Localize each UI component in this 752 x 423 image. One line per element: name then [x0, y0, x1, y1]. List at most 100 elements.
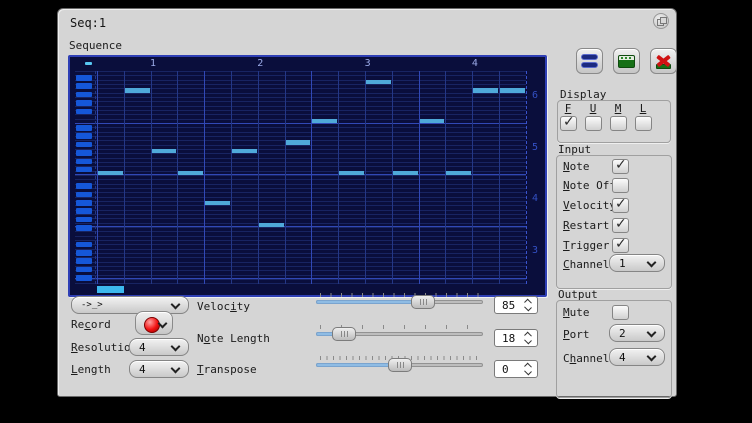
float-window-button[interactable] — [653, 13, 669, 29]
note-bar[interactable] — [446, 171, 471, 175]
grid-row-line — [75, 192, 526, 193]
playback-cursor — [97, 286, 124, 293]
grid-row-line — [75, 227, 526, 228]
length-value: 4 — [139, 361, 146, 378]
input-trigger-checkbox[interactable] — [612, 238, 629, 253]
grid-step-line — [231, 71, 232, 284]
transpose-label: Transpose — [197, 364, 257, 376]
velocity-slider[interactable] — [316, 293, 483, 310]
grid-row-line — [75, 236, 526, 237]
display-f-checkbox[interactable] — [560, 116, 577, 131]
note-bar[interactable] — [366, 80, 391, 84]
piano-key — [76, 267, 92, 273]
output-channel-combo[interactable]: 4 — [609, 348, 665, 366]
velocity-spin-value: 85 — [502, 299, 515, 312]
note-length-label: Note Length — [197, 333, 270, 345]
clone-module-button[interactable] — [576, 48, 603, 74]
resolution-value: 4 — [139, 339, 146, 356]
note-bar[interactable] — [473, 88, 498, 92]
note-bar[interactable] — [259, 223, 284, 227]
grid-row-line — [75, 166, 526, 167]
piano-key — [76, 225, 92, 231]
grid-step-line — [392, 71, 393, 284]
input-velocity-checkbox[interactable] — [612, 198, 629, 213]
grid-row-line — [75, 114, 526, 115]
note-bar[interactable] — [98, 171, 123, 175]
note-bar[interactable] — [339, 171, 364, 175]
module-editor-button[interactable] — [613, 48, 640, 74]
display-l-checkbox[interactable] — [635, 116, 652, 131]
direction-value: ->_> — [81, 297, 103, 314]
note-bar[interactable] — [205, 201, 230, 205]
note-bar[interactable] — [500, 88, 525, 92]
display-u-checkbox[interactable] — [585, 116, 602, 131]
length-combo[interactable]: 4 — [129, 360, 189, 378]
display-m-checkbox[interactable] — [610, 116, 627, 131]
grid-row-line — [75, 244, 526, 245]
grid-step-line — [124, 71, 125, 284]
spin-down-icon[interactable] — [524, 368, 532, 376]
note-bar[interactable] — [312, 119, 337, 123]
window-title: Seq:1 — [70, 16, 106, 30]
record-button[interactable] — [135, 311, 173, 335]
input-note-checkbox[interactable] — [612, 159, 629, 174]
grid-row-line — [75, 240, 526, 241]
note-bar[interactable] — [232, 149, 257, 153]
input-velocity-label: Velocity — [563, 200, 616, 212]
grid-row-line — [75, 214, 526, 215]
grid-row-line — [75, 231, 526, 232]
velocity-label: Velocity — [197, 301, 250, 313]
output-mute-checkbox[interactable] — [612, 305, 629, 320]
velocity-spinbox[interactable]: 85 — [494, 296, 538, 314]
resolution-combo[interactable]: 4 — [129, 338, 189, 356]
piano-key — [76, 208, 92, 214]
spin-down-icon[interactable] — [524, 304, 532, 312]
piano-key — [76, 217, 92, 223]
slider-handle[interactable] — [388, 358, 412, 372]
grid-step-line — [472, 71, 473, 284]
grid-row-line — [75, 119, 526, 120]
beat-number: 2 — [257, 58, 263, 69]
note-bar[interactable] — [393, 171, 418, 175]
grid-row-line — [75, 80, 526, 81]
piano-key — [76, 250, 92, 256]
seq-window: Seq:1 Sequence 12346543 Display F U M L — [57, 8, 677, 397]
chevron-down-icon — [171, 300, 181, 310]
grid-step-line — [285, 71, 286, 284]
note-bar[interactable] — [125, 88, 150, 92]
grid-row-line — [75, 136, 526, 137]
note-length-slider[interactable] — [316, 325, 483, 342]
note-length-spinbox[interactable]: 18 — [494, 329, 538, 347]
output-channel-label: Channel — [563, 353, 609, 365]
beat-number: 1 — [150, 58, 156, 69]
output-port-combo[interactable]: 2 — [609, 324, 665, 342]
octave-line — [75, 123, 526, 124]
note-bar[interactable] — [152, 149, 177, 153]
sequencer-grid[interactable]: 12346543 — [68, 55, 547, 297]
slider-handle[interactable] — [411, 295, 435, 309]
slider-handle[interactable] — [332, 327, 356, 341]
piano-key — [76, 109, 92, 115]
grid-row-line — [75, 132, 526, 133]
grid-row-line — [75, 110, 526, 111]
grid-row-line — [75, 197, 526, 198]
transpose-spinbox[interactable]: 0 — [494, 360, 538, 378]
grid-row-line — [75, 275, 526, 276]
note-bar[interactable] — [286, 140, 311, 144]
direction-combo[interactable]: ->_> — [71, 296, 189, 314]
keyboard-separator — [95, 71, 96, 284]
note-bar[interactable] — [420, 119, 445, 123]
slider-ticks — [320, 293, 480, 297]
transpose-slider[interactable] — [316, 356, 483, 373]
input-restart-checkbox[interactable] — [612, 218, 629, 233]
delete-module-button[interactable] — [650, 48, 677, 74]
note-bar[interactable] — [178, 171, 203, 175]
grid-row-line — [75, 270, 526, 271]
grid-row-line — [75, 145, 526, 146]
input-noteoff-checkbox[interactable] — [612, 178, 629, 193]
loop-marker[interactable] — [85, 62, 92, 65]
grid-row-line — [75, 101, 526, 102]
grid-row-line — [75, 158, 526, 159]
spin-down-icon[interactable] — [524, 337, 532, 345]
input-channel-combo[interactable]: 1 — [609, 254, 665, 272]
